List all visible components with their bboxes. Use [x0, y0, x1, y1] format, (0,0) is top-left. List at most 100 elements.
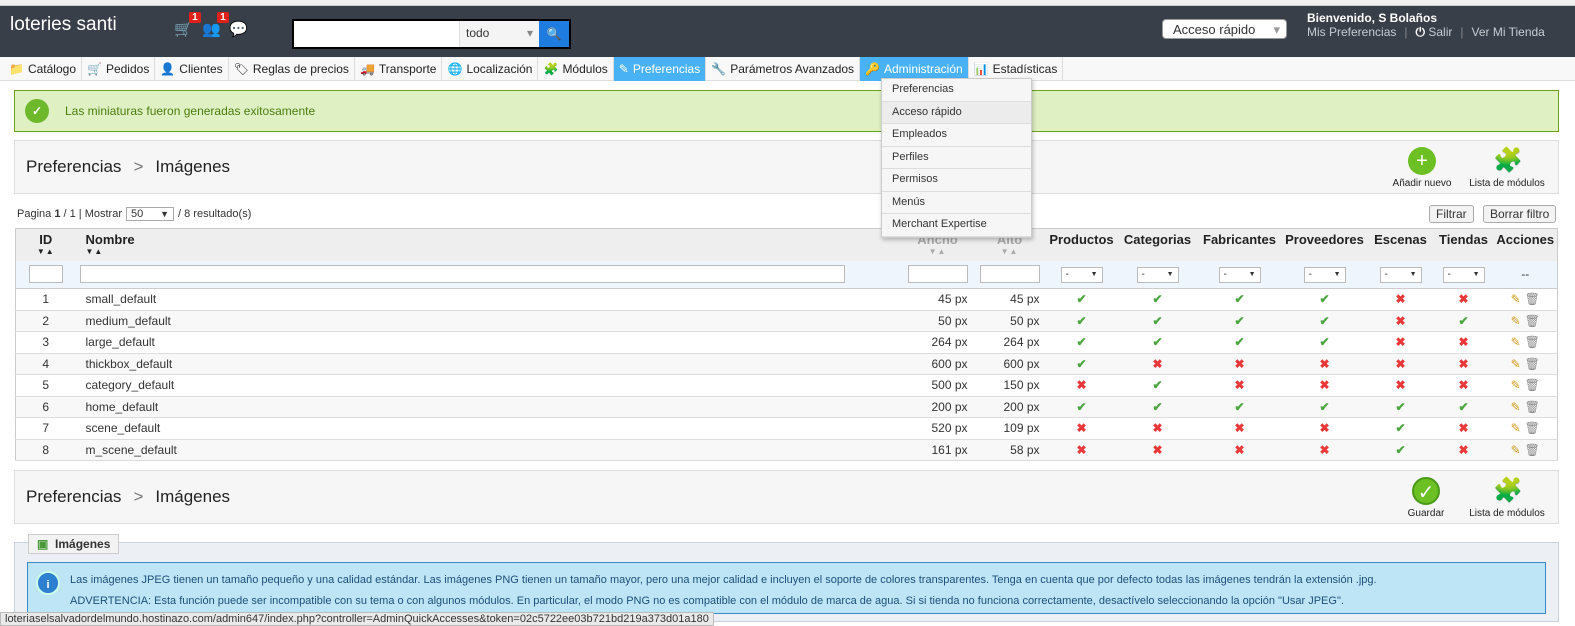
cross-icon[interactable]: ✖: [1458, 421, 1468, 435]
orders-cart-icon[interactable]: 🛒 1: [174, 12, 201, 38]
column-header[interactable]: Nombre ▼▲: [75, 228, 902, 261]
search-scope-select[interactable]: todo: [459, 21, 539, 47]
cross-icon[interactable]: ✖: [1319, 378, 1329, 392]
column-header[interactable]: Acciones: [1493, 228, 1558, 261]
edit-icon[interactable]: ✎: [1511, 378, 1521, 392]
cross-icon[interactable]: ✖: [1152, 421, 1162, 435]
id-filter-input[interactable]: [28, 265, 63, 284]
sort-arrows-icon[interactable]: ▼▲: [974, 247, 1046, 256]
cross-icon[interactable]: ✖: [1458, 378, 1468, 392]
check-icon[interactable]: ✔: [1152, 378, 1162, 392]
delete-icon[interactable]: 🗑: [1525, 335, 1540, 349]
check-icon[interactable]: ✔: [1076, 400, 1086, 414]
cross-icon[interactable]: ✖: [1234, 378, 1244, 392]
table-row[interactable]: 6 home_default 200 px 200 px ✔ ✔ ✔ ✔ ✔ ✔ ✎ 🗑: [15, 396, 1558, 418]
cross-icon[interactable]: ✖: [1458, 292, 1468, 306]
check-icon[interactable]: ✔: [1234, 314, 1244, 328]
cross-icon[interactable]: ✖: [1152, 443, 1162, 457]
sort-arrows-icon[interactable]: ▼▲: [16, 247, 76, 256]
table-row[interactable]: 1 small_default 45 px 45 px ✔ ✔ ✔ ✔ ✖ ✖ ✎ 🗑: [15, 288, 1558, 311]
check-icon[interactable]: ✔: [1152, 314, 1162, 328]
cross-icon[interactable]: ✖: [1234, 443, 1244, 457]
column-header[interactable]: Categorias: [1117, 228, 1198, 261]
edit-icon[interactable]: ✎: [1511, 335, 1521, 349]
cross-icon[interactable]: ✖: [1458, 357, 1468, 371]
check-icon[interactable]: ✔: [1234, 400, 1244, 414]
delete-icon[interactable]: 🗑: [1525, 421, 1540, 435]
check-icon[interactable]: ✔: [1319, 314, 1329, 328]
admin-menu-item[interactable]: Merchant Expertise: [882, 214, 1031, 237]
table-row[interactable]: 7 scene_default 520 px 109 px ✖ ✖ ✖ ✖ ✔ ✖ ✎ 🗑: [15, 417, 1558, 440]
yesno-filter-select[interactable]: -: [1218, 266, 1261, 283]
table-row[interactable]: 5 category_default 500 px 150 px ✖ ✔ ✖ ✖ ✖ ✖ ✎ 🗑: [15, 374, 1558, 397]
edit-icon[interactable]: ✎: [1511, 443, 1521, 457]
edit-icon[interactable]: ✎: [1511, 357, 1521, 371]
check-icon[interactable]: ✔: [1319, 335, 1329, 349]
yesno-filter-select[interactable]: -: [1303, 266, 1346, 283]
check-icon[interactable]: ✔: [1458, 400, 1468, 414]
cross-icon[interactable]: ✖: [1319, 421, 1329, 435]
edit-icon[interactable]: ✎: [1511, 292, 1521, 306]
admin-menu-item[interactable]: Empleados: [882, 124, 1031, 147]
cross-icon[interactable]: ✖: [1076, 378, 1086, 392]
module-list-button[interactable]: 🧩 Lista de módulos: [1462, 477, 1552, 519]
quick-access-select[interactable]: Acceso rápido: [1162, 19, 1287, 39]
check-icon[interactable]: ✔: [1395, 443, 1405, 457]
module-list-button[interactable]: 🧩 Lista de módulos: [1462, 147, 1552, 189]
admin-menu-item[interactable]: Perfiles: [882, 147, 1031, 169]
nav-tab-parmetrosavanzados[interactable]: 🔧 Parámetros Avanzados: [706, 57, 861, 81]
breadcrumb-preferences[interactable]: Preferencias: [26, 157, 121, 176]
admin-menu-item[interactable]: Menús: [882, 192, 1031, 214]
check-icon[interactable]: ✔: [1234, 335, 1244, 349]
check-icon[interactable]: ✔: [1076, 314, 1086, 328]
check-icon[interactable]: ✔: [1319, 400, 1329, 414]
name-filter-input[interactable]: [79, 265, 845, 284]
per-page-select[interactable]: 50: [126, 207, 174, 221]
cross-icon[interactable]: ✖: [1458, 335, 1468, 349]
table-row[interactable]: 8 m_scene_default 161 px 58 px ✖ ✖ ✖ ✖ ✔ ✖ ✎ 🗑: [15, 439, 1558, 461]
cross-icon[interactable]: ✖: [1395, 314, 1405, 328]
cross-icon[interactable]: ✖: [1395, 378, 1405, 392]
table-row[interactable]: 3 large_default 264 px 264 px ✔ ✔ ✔ ✔ ✖ ✖ ✎ 🗑: [15, 331, 1558, 354]
yesno-filter-select[interactable]: -: [1136, 266, 1179, 283]
admin-menu-item[interactable]: Preferencias: [882, 79, 1031, 102]
check-icon[interactable]: ✔: [1395, 421, 1405, 435]
add-new-button[interactable]: + Añadir nuevo: [1377, 147, 1467, 189]
messages-icon[interactable]: 💬: [229, 20, 248, 38]
nav-tab-clientes[interactable]: 👤 Clientes: [155, 57, 229, 81]
sort-arrows-icon[interactable]: ▼▲: [902, 247, 974, 256]
nav-tab-catlogo[interactable]: 📁 Catálogo: [4, 57, 82, 81]
cross-icon[interactable]: ✖: [1319, 443, 1329, 457]
column-header[interactable]: Productos: [1045, 228, 1118, 261]
table-row[interactable]: 4 thickbox_default 600 px 600 px ✔ ✖ ✖ ✖ ✖ ✖ ✎ 🗑: [15, 353, 1558, 375]
sort-arrows-icon[interactable]: ▼▲: [86, 247, 902, 256]
column-header[interactable]: Proveedores: [1281, 228, 1368, 261]
nav-tab-mdulos[interactable]: 🧩 Módulos: [538, 57, 614, 81]
yesno-filter-select[interactable]: -: [1379, 266, 1422, 283]
my-preferences-link[interactable]: Mis Preferencias: [1307, 25, 1396, 40]
delete-icon[interactable]: 🗑: [1525, 443, 1540, 457]
check-icon[interactable]: ✔: [1152, 335, 1162, 349]
breadcrumb-preferences[interactable]: Preferencias: [26, 487, 121, 506]
column-header[interactable]: ID ▼▲: [15, 228, 76, 261]
edit-icon[interactable]: ✎: [1511, 421, 1521, 435]
yesno-filter-select[interactable]: -: [1060, 266, 1103, 283]
yesno-filter-select[interactable]: -: [1442, 266, 1485, 283]
reset-filter-button[interactable]: Borrar filtro: [1483, 205, 1557, 223]
cross-icon[interactable]: ✖: [1395, 357, 1405, 371]
cross-icon[interactable]: ✖: [1395, 335, 1405, 349]
nav-tab-transporte[interactable]: 🚚 Transporte: [355, 57, 443, 81]
delete-icon[interactable]: 🗑: [1525, 292, 1540, 306]
check-icon[interactable]: ✔: [1395, 400, 1405, 414]
size-filter-input[interactable]: [979, 265, 1040, 284]
delete-icon[interactable]: 🗑: [1525, 378, 1540, 392]
logout-link[interactable]: ⏻ Salir: [1416, 25, 1453, 40]
column-header[interactable]: Tiendas: [1433, 228, 1494, 261]
delete-icon[interactable]: 🗑: [1525, 400, 1540, 414]
cross-icon[interactable]: ✖: [1234, 357, 1244, 371]
check-icon[interactable]: ✔: [1152, 292, 1162, 306]
check-icon[interactable]: ✔: [1076, 357, 1086, 371]
cross-icon[interactable]: ✖: [1458, 443, 1468, 457]
admin-menu-item[interactable]: Acceso rápido: [882, 101, 1031, 124]
check-icon[interactable]: ✔: [1458, 314, 1468, 328]
